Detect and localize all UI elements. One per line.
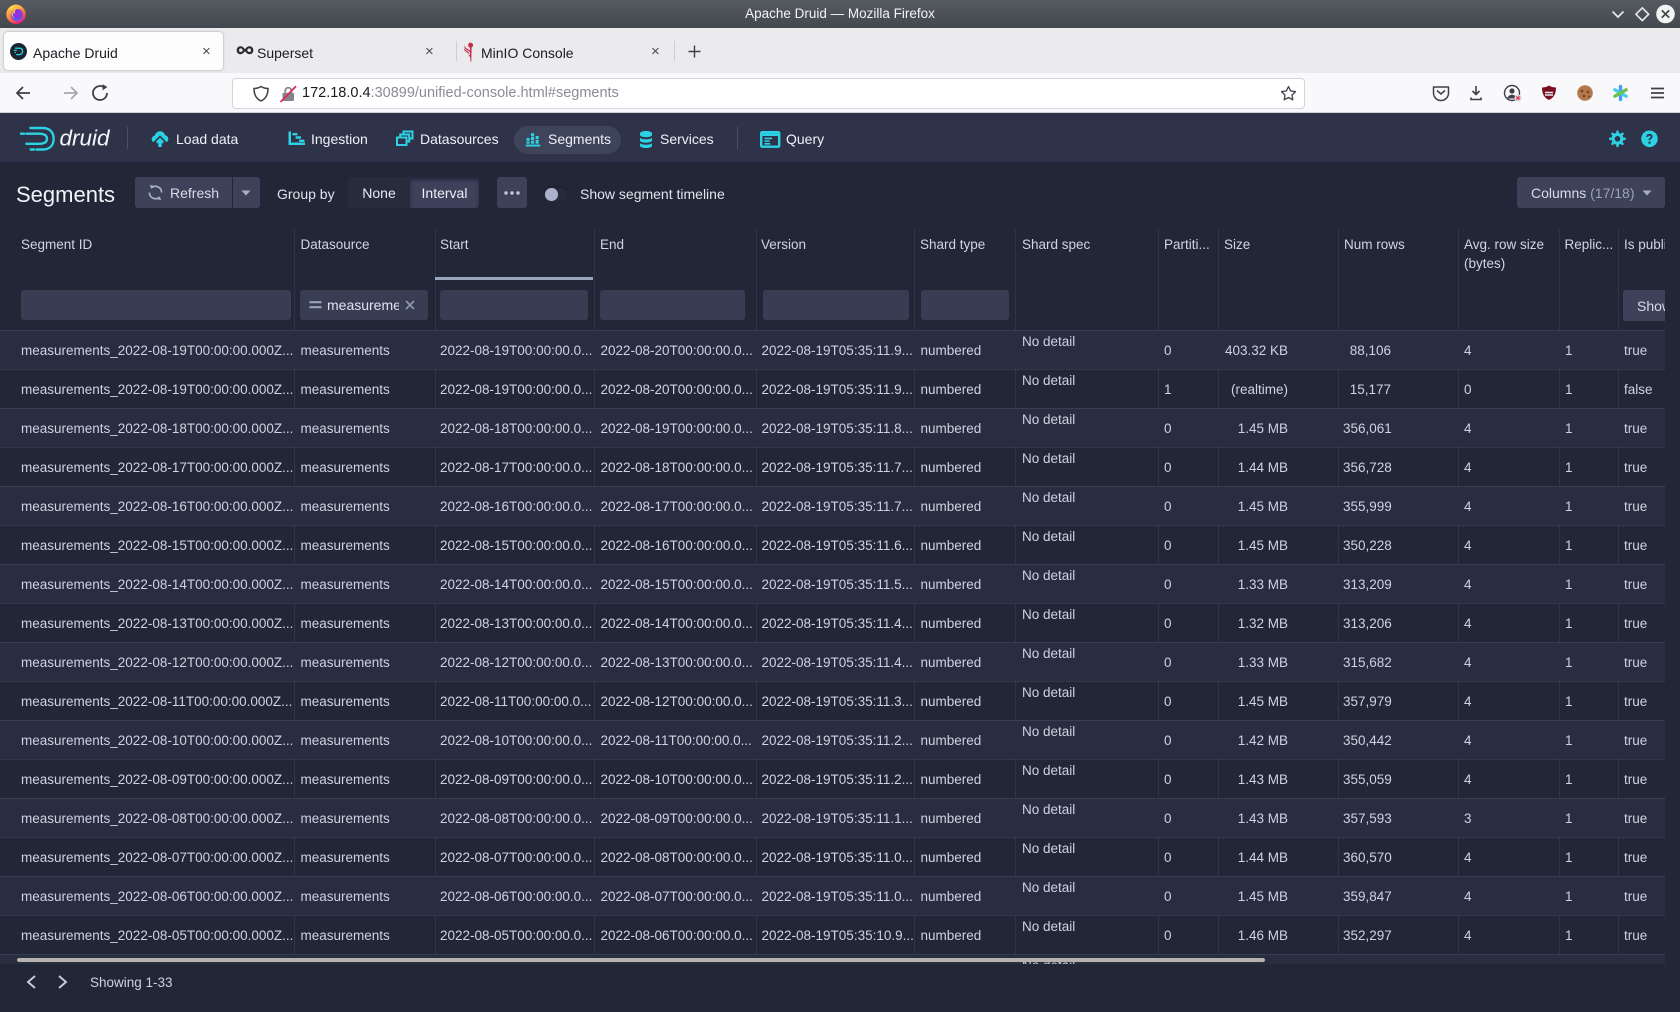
svg-text:druid: druid [60, 126, 112, 151]
